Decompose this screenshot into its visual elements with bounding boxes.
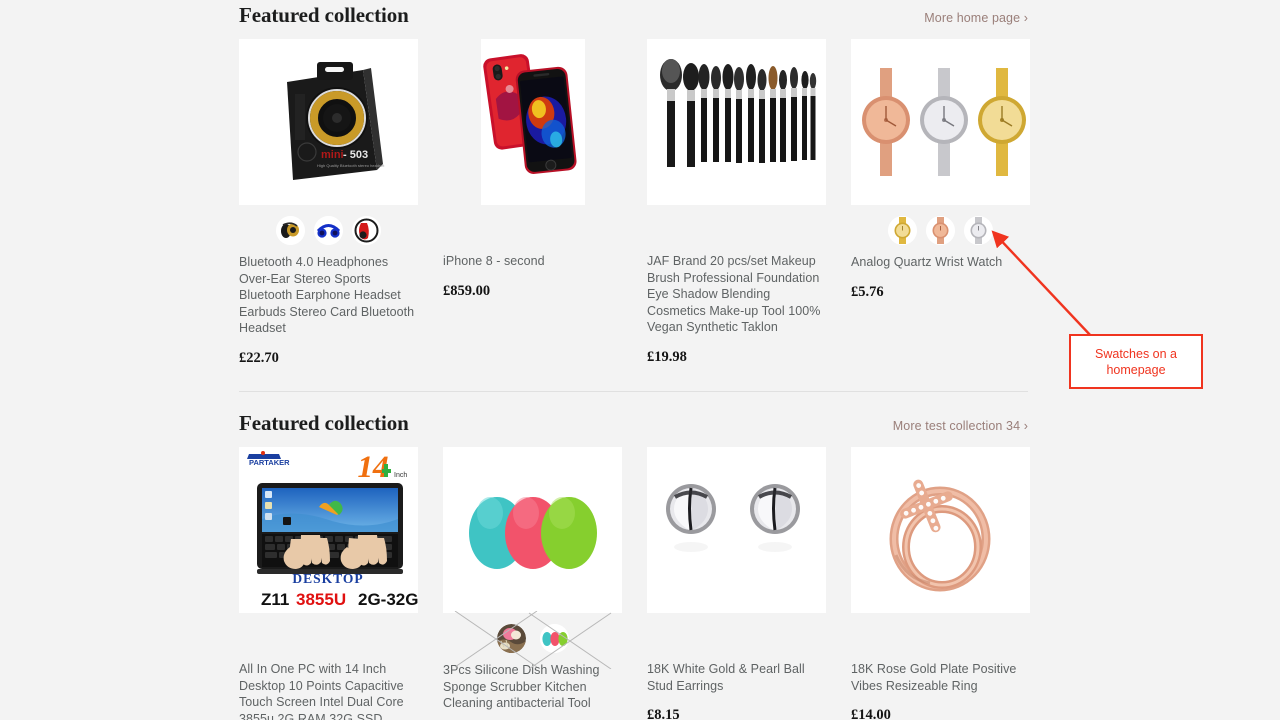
svg-text:- 503: - 503 (343, 149, 368, 161)
product-card[interactable]: mini - 503 High Quality Bluetooth stereo… (239, 39, 418, 367)
swatch-red-headphone[interactable] (352, 215, 381, 245)
swatch-blue-headphone[interactable] (314, 215, 343, 245)
swatch-rose-gold-watch[interactable] (926, 215, 955, 245)
page-title: Featured collection (239, 3, 409, 27)
homepage-canvas: Featured collection More home page › min… (0, 0, 1280, 720)
product-image-all-in-one-pc-desktop[interactable]: PARTAKER 14 Inch DESKTOP Z11 3855U 2G-32… (239, 447, 418, 613)
section-divider (239, 391, 1028, 392)
featured-collection-section-2: Featured collection More test collection… (239, 411, 1030, 720)
product-price: £859.00 (443, 282, 491, 299)
product-title[interactable]: iPhone 8 - second (443, 253, 622, 270)
svg-text:High Quality Bluetooth stereo: High Quality Bluetooth stereo headset (317, 163, 385, 168)
svg-text:3855U: 3855U (296, 590, 346, 609)
annotation-arrow-icon (991, 230, 1093, 338)
product-title[interactable]: 3Pcs Silicone Dish Washing Sponge Scrubb… (443, 662, 622, 712)
product-grid: mini - 503 High Quality Bluetooth stereo… (239, 39, 1030, 367)
product-price: £22.70 (239, 349, 279, 366)
section-header: Featured collection More home page › (239, 3, 1028, 33)
product-title[interactable]: Bluetooth 4.0 Headphones Over-Ear Stereo… (239, 254, 418, 337)
product-price: £19.98 (647, 348, 687, 365)
product-image-silicone-dish-sponges[interactable] (443, 447, 622, 613)
page-title: Featured collection (239, 411, 409, 435)
swatch-unavailable-cross-icon (454, 611, 612, 669)
product-swatches[interactable] (443, 611, 622, 669)
swatch-three-sponges-swatch[interactable] (539, 623, 569, 653)
section-header: Featured collection More test collection… (239, 411, 1028, 441)
product-price: £14.00 (851, 707, 891, 720)
product-price: £8.15 (647, 707, 680, 720)
product-image-iphone-8-red[interactable] (443, 39, 622, 205)
product-image-bluetooth-headphone-box[interactable]: mini - 503 High Quality Bluetooth stereo… (239, 39, 418, 205)
product-title[interactable]: JAF Brand 20 pcs/set Makeup Brush Profes… (647, 253, 826, 336)
product-image-makeup-brush-set[interactable] (647, 39, 826, 205)
product-grid: PARTAKER 14 Inch DESKTOP Z11 3855U 2G-32… (239, 447, 1030, 720)
product-card[interactable]: 3Pcs Silicone Dish Washing Sponge Scrubb… (443, 447, 622, 720)
svg-text:2G-32G: 2G-32G (358, 590, 418, 609)
svg-text:DESKTOP: DESKTOP (292, 571, 363, 586)
product-title[interactable]: All In One PC with 14 Inch Desktop 10 Po… (239, 661, 418, 720)
featured-collection-section-1: Featured collection More home page › min… (239, 3, 1030, 367)
svg-text:PARTAKER: PARTAKER (249, 458, 290, 467)
product-image-rose-gold-ring[interactable] (851, 447, 1030, 613)
product-title[interactable]: 18K White Gold & Pearl Ball Stud Earring… (647, 661, 826, 694)
more-home-page-link[interactable]: More home page › (924, 11, 1028, 25)
product-card[interactable]: 18K Rose Gold Plate Positive Vibes Resiz… (851, 447, 1030, 720)
svg-text:Z11: Z11 (261, 590, 289, 609)
annotation-label: Swatches on a homepage (1095, 346, 1177, 377)
swatch-gold-watch[interactable] (888, 215, 917, 245)
annotation-callout-box: Swatches on a homepage (1069, 334, 1203, 389)
product-image-pearl-ball-stud-earrings[interactable] (647, 447, 826, 613)
more-test-collection-link[interactable]: More test collection 34 › (893, 419, 1028, 433)
swatch-sponge-scene-swatch[interactable] (496, 623, 526, 653)
product-card[interactable]: PARTAKER 14 Inch DESKTOP Z11 3855U 2G-32… (239, 447, 418, 720)
product-card[interactable]: JAF Brand 20 pcs/set Makeup Brush Profes… (647, 39, 826, 367)
product-card[interactable]: iPhone 8 - second £859.00 (443, 39, 622, 367)
product-swatches[interactable] (239, 215, 418, 245)
product-title[interactable]: 18K Rose Gold Plate Positive Vibes Resiz… (851, 661, 1030, 694)
product-image-analog-quartz-wrist-watches[interactable] (851, 39, 1030, 205)
svg-text:mini: mini (321, 149, 344, 161)
swatch-gold-black-headphone[interactable] (276, 215, 305, 245)
svg-text:Inch: Inch (394, 472, 407, 479)
product-card[interactable]: 18K White Gold & Pearl Ball Stud Earring… (647, 447, 826, 720)
